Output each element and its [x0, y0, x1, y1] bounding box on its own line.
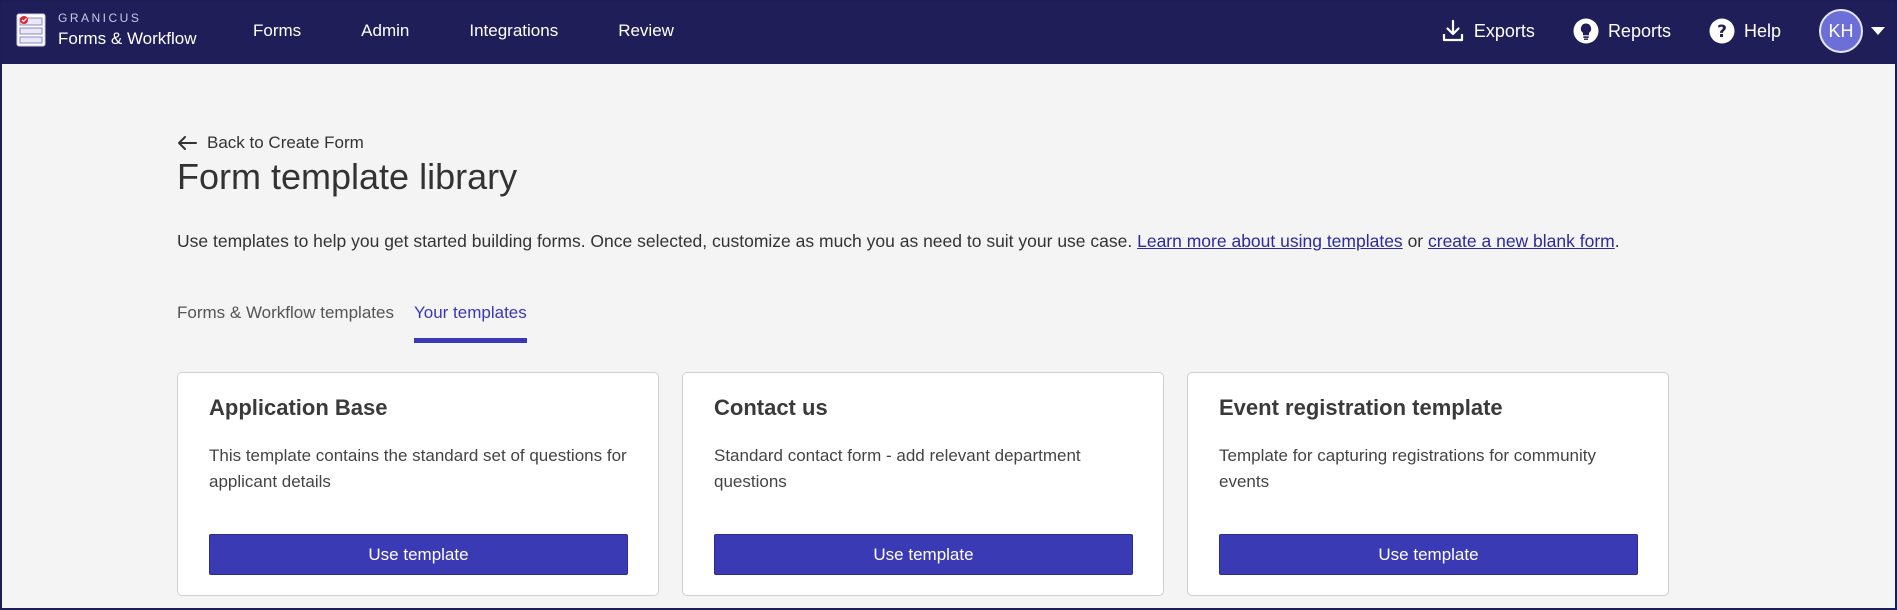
question-circle-icon: ? — [1709, 18, 1735, 44]
brand[interactable]: GRANICUS Forms & Workflow — [16, 12, 197, 47]
app-window: GRANICUS Forms & Workflow Forms Admin In… — [0, 0, 1897, 610]
card-title: Contact us — [714, 395, 828, 420]
reports-label: Reports — [1607, 20, 1671, 41]
template-card-application-base: Application Base This template contains … — [177, 372, 659, 596]
brand-product-name: Forms & Workflow — [58, 29, 197, 48]
top-navigation-bar: GRANICUS Forms & Workflow Forms Admin In… — [2, 2, 1895, 64]
intro-or: or — [1407, 231, 1424, 251]
help-link[interactable]: ? Help — [1709, 18, 1781, 44]
use-template-button[interactable]: Use template — [209, 534, 628, 575]
forms-logo-icon — [16, 13, 46, 46]
exports-label: Exports — [1473, 20, 1535, 41]
nav-integrations[interactable]: Integrations — [469, 21, 558, 41]
main-nav: Forms Admin Integrations Review — [253, 2, 734, 60]
exports-link[interactable]: Exports — [1441, 19, 1535, 43]
template-card-contact-us: Contact us Standard contact form - add r… — [682, 372, 1164, 596]
use-template-button[interactable]: Use template — [714, 534, 1133, 575]
svg-text:?: ? — [1717, 22, 1727, 42]
nav-forms[interactable]: Forms — [253, 21, 301, 41]
intro-period: . — [1614, 231, 1620, 251]
tab-forms-workflow-templates[interactable]: Forms & Workflow templates — [177, 303, 394, 343]
template-tabs: Forms & Workflow templates Your template… — [177, 303, 547, 343]
card-title: Event registration template — [1219, 395, 1503, 420]
nav-review[interactable]: Review — [618, 21, 674, 41]
download-icon — [1442, 19, 1464, 42]
utility-nav: Exports Reports ? Help KH — [1441, 2, 1895, 60]
learn-more-templates-link[interactable]: Learn more about using templates — [1137, 231, 1403, 251]
brand-text: GRANICUS Forms & Workflow — [58, 12, 197, 47]
card-description: This template contains the standard set … — [209, 446, 627, 491]
intro-body: Use templates to help you get started bu… — [177, 231, 1133, 251]
back-link-label: Back to Create Form — [207, 133, 364, 152]
lightbulb-icon — [1573, 18, 1599, 44]
nav-admin[interactable]: Admin — [361, 21, 409, 41]
tab-your-templates[interactable]: Your templates — [413, 303, 527, 343]
template-card-event-registration: Event registration template Template for… — [1187, 372, 1669, 596]
user-menu[interactable]: KH — [1819, 9, 1885, 53]
arrow-left-icon — [178, 136, 197, 150]
card-description: Template for capturing registrations for… — [1219, 446, 1596, 491]
caret-down-icon[interactable] — [1871, 27, 1885, 35]
help-label: Help — [1743, 20, 1781, 41]
use-template-button[interactable]: Use template — [1219, 534, 1638, 575]
create-blank-form-link[interactable]: create a new blank form — [1428, 231, 1615, 251]
card-title: Application Base — [209, 395, 388, 420]
page-title: Form template library — [177, 156, 518, 197]
template-cards: Application Base This template contains … — [177, 372, 1692, 596]
back-to-create-form-link[interactable]: Back to Create Form — [177, 133, 364, 153]
reports-link[interactable]: Reports — [1573, 18, 1671, 44]
brand-company-name: GRANICUS — [58, 11, 142, 25]
intro-text: Use templates to help you get started bu… — [177, 231, 1620, 252]
card-description: Standard contact form - add relevant dep… — [714, 446, 1081, 491]
avatar[interactable]: KH — [1819, 9, 1863, 53]
